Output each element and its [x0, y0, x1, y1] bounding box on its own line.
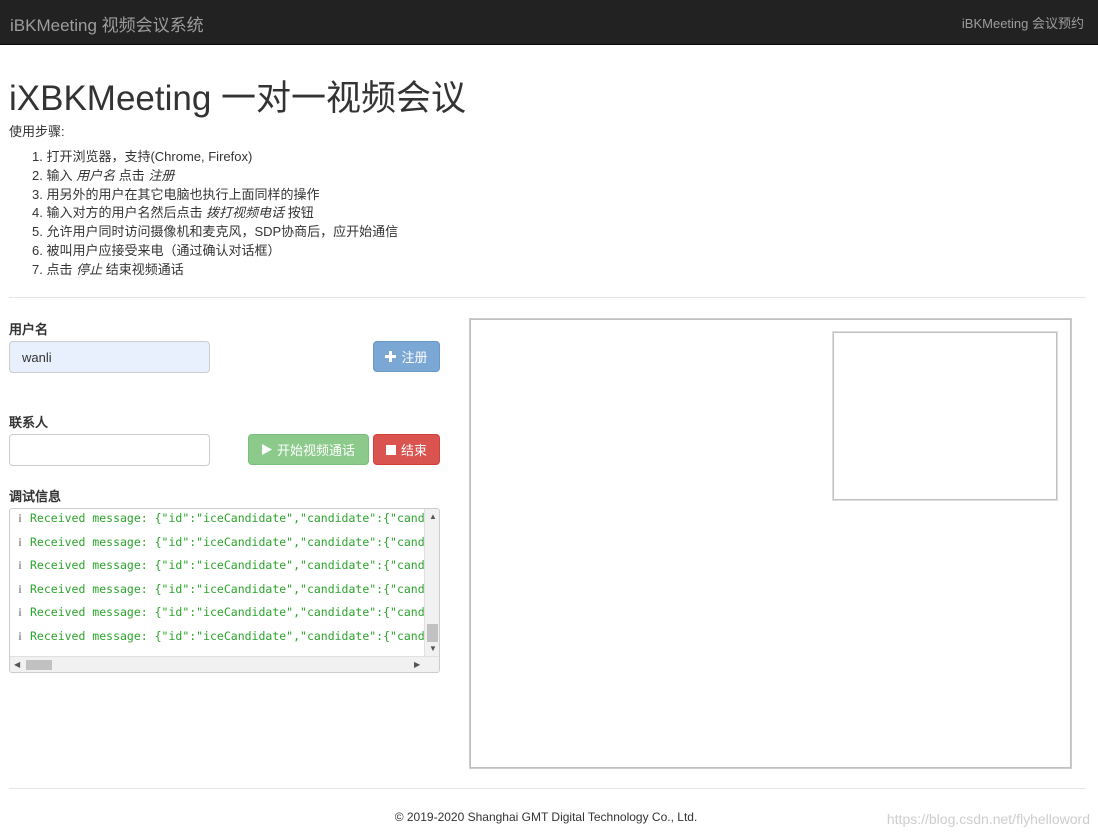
scroll-left-arrow-icon[interactable]: ◀ — [14, 661, 20, 669]
scroll-right-arrow-icon[interactable]: ▶ — [414, 661, 420, 669]
info-icon: i — [18, 583, 22, 596]
info-icon: i — [18, 536, 22, 549]
steps-list: 1. 打开浏览器，支持(Chrome, Firefox) 2. 输入 用户名 点… — [32, 148, 398, 280]
stop-button[interactable]: 结束 — [373, 434, 440, 465]
footer-divider — [9, 788, 1086, 789]
plus-icon — [385, 351, 397, 362]
contact-input[interactable] — [9, 434, 210, 466]
debug-label: 调试信息 — [9, 489, 62, 504]
console-vertical-scrollbar[interactable]: ▲ ▼ — [424, 509, 439, 656]
register-button[interactable]: 注册 — [373, 341, 440, 372]
stop-button-label: 结束 — [400, 443, 427, 458]
vertical-scroll-thumb[interactable] — [427, 624, 438, 642]
console-line: i Received message: {"id":"iceCandidate",… — [10, 605, 439, 625]
top-navbar: iBKMeeting 视频会议系统 iBKMeeting 会议预约 — [0, 0, 1098, 45]
start-video-call-button[interactable]: 开始视频通话 — [248, 434, 369, 465]
step-item: 5. 允许用户同时访问摄像机和麦克风，SDP协商后，应开始通信 — [32, 224, 399, 240]
username-label: 用户名 — [9, 322, 49, 337]
scroll-down-arrow-icon[interactable]: ▼ — [429, 645, 437, 653]
info-icon: i — [18, 607, 22, 619]
step-item: 4. 输入对方的用户名然后点击 拨打视频电话 按钮 — [32, 205, 314, 221]
console-line: i Received message: {"id":"iceCandidate",… — [10, 582, 439, 602]
step-item: 6. 被叫用户应接受来电（通过确认对话框） — [32, 242, 281, 258]
step-item: 7. 点击 停止 结束视频通话 — [32, 261, 184, 277]
console-line: i Received message: {"id":"iceCandidate",… — [10, 535, 439, 555]
info-icon: i — [18, 513, 22, 525]
console-line: i Received message: {"id":"iceCandidate",… — [10, 629, 439, 649]
contact-label: 联系人 — [9, 415, 49, 430]
play-icon — [261, 444, 272, 455]
step-item: 1. 打开浏览器，支持(Chrome, Firefox) — [32, 149, 253, 164]
local-video — [832, 331, 1058, 501]
watermark: https://blog.csdn.net/flyhelloword — [886, 811, 1090, 827]
page-title: iXBKMeeting 一对一视频会议 — [9, 79, 467, 118]
info-icon: i — [18, 560, 22, 572]
steps-title: 使用步骤: — [9, 124, 65, 139]
console-horizontal-scrollbar[interactable]: ◀ ▶ — [10, 656, 439, 672]
register-button-label: 注册 — [401, 350, 428, 365]
scroll-up-arrow-icon[interactable]: ▲ — [429, 513, 437, 521]
username-input[interactable] — [9, 341, 210, 373]
step-item: 2. 输入 用户名 点击 注册 — [32, 167, 175, 183]
start-video-call-label: 开始视频通话 — [276, 443, 355, 458]
debug-console[interactable]: i Received message: {"id":"iceCandidate",… — [9, 508, 440, 673]
info-icon: i — [18, 630, 22, 643]
console-line: i Received message: {"id":"iceCandidate",… — [10, 558, 439, 578]
navbar-meeting-booking-link[interactable]: iBKMeeting 会议预约 — [962, 13, 1084, 32]
divider — [9, 297, 1086, 298]
horizontal-scroll-thumb[interactable] — [26, 660, 52, 670]
console-line: i Received message: {"id":"iceCandidate",… — [10, 511, 439, 531]
local-video-frame — [833, 332, 1057, 500]
navbar-brand[interactable]: iBKMeeting 视频会议系统 — [10, 11, 204, 36]
step-item: 3. 用另外的用户在其它电脑也执行上面同样的操作 — [32, 186, 320, 202]
stop-icon — [385, 444, 396, 455]
